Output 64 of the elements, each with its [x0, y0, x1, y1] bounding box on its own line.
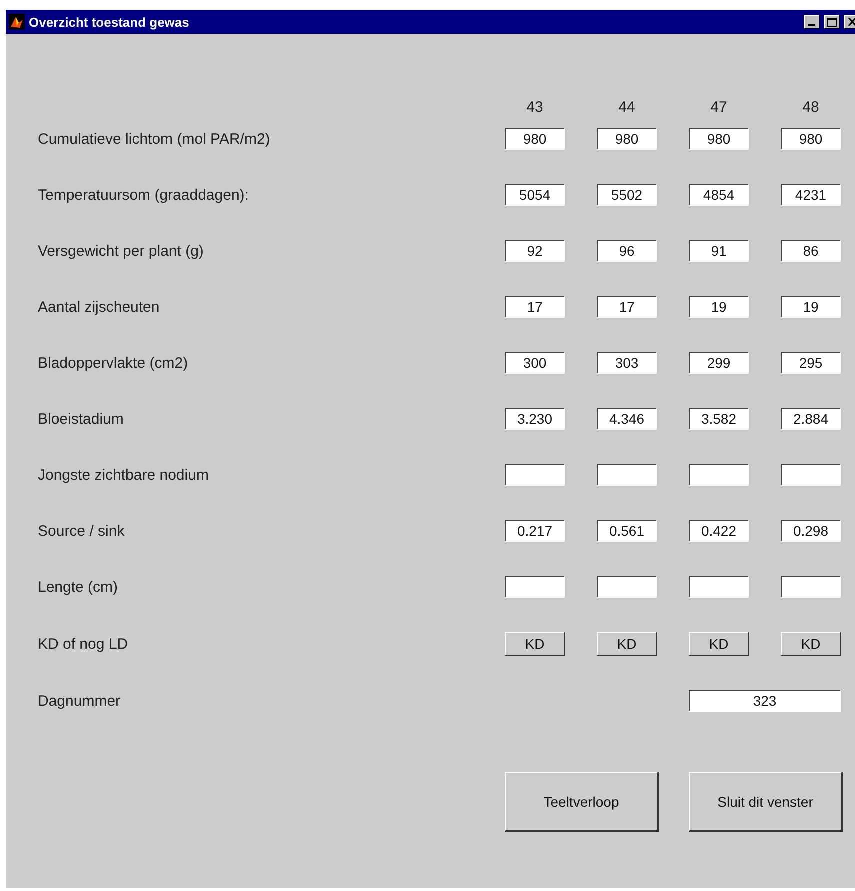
value-field[interactable]	[597, 576, 657, 598]
value-field[interactable]: 2.884	[781, 408, 841, 430]
value-field[interactable]: 299	[689, 352, 749, 374]
value-field[interactable]: 4.346	[597, 408, 657, 430]
value-field[interactable]: 5054	[505, 184, 565, 206]
column-header: 47	[710, 98, 728, 116]
minimize-button[interactable]	[804, 15, 820, 29]
row-label: Dagnummer	[38, 692, 122, 710]
row-label: Versgewicht per plant (g)	[38, 242, 205, 260]
row-label: Cumulatieve lichtom (mol PAR/m2)	[38, 130, 272, 148]
day-number-field[interactable]: 323	[689, 690, 841, 712]
column-header: 48	[802, 98, 820, 116]
value-field[interactable]: 5502	[597, 184, 657, 206]
value-field[interactable]: 980	[505, 128, 565, 150]
app-logo-icon	[9, 14, 25, 30]
value-field[interactable]: 0.217	[505, 520, 565, 542]
value-field[interactable]	[781, 464, 841, 486]
close-window-button[interactable]: Sluit dit venster	[689, 772, 843, 832]
maximize-button[interactable]	[824, 15, 840, 29]
row-label: Bloeistadium	[38, 410, 125, 428]
value-field[interactable]	[505, 464, 565, 486]
value-field[interactable]	[597, 464, 657, 486]
value-field[interactable]: 86	[781, 240, 841, 262]
value-field[interactable]	[689, 464, 749, 486]
value-field[interactable]	[505, 576, 565, 598]
value-field[interactable]: 96	[597, 240, 657, 262]
value-field[interactable]: 92	[505, 240, 565, 262]
value-field[interactable]: 303	[597, 352, 657, 374]
row-label: KD of nog LD	[38, 636, 130, 652]
toggle-button[interactable]: KD	[689, 632, 749, 656]
value-field[interactable]: 4854	[689, 184, 749, 206]
row-label: Jongste zichtbare nodium	[38, 466, 210, 484]
value-field[interactable]: 17	[505, 296, 565, 318]
toggle-button[interactable]: KD	[781, 632, 841, 656]
value-field[interactable]: 0.298	[781, 520, 841, 542]
value-field[interactable]: 4231	[781, 184, 841, 206]
row-label: Lengte (cm)	[38, 578, 120, 596]
value-field[interactable]	[781, 576, 841, 598]
value-field[interactable]: 3.230	[505, 408, 565, 430]
value-field[interactable]: 295	[781, 352, 841, 374]
row-label: Aantal zijscheuten	[38, 298, 161, 316]
column-header: 43	[526, 98, 544, 116]
row-label: Temperatuursom (graaddagen):	[38, 186, 250, 204]
toggle-button[interactable]: KD	[597, 632, 657, 656]
value-field[interactable]: 19	[689, 296, 749, 318]
column-header: 44	[618, 98, 636, 116]
value-field[interactable]: 300	[505, 352, 565, 374]
value-field[interactable]: 0.561	[597, 520, 657, 542]
row-label: Source / sink	[38, 522, 126, 540]
close-icon	[848, 18, 855, 26]
value-field[interactable]: 19	[781, 296, 841, 318]
toggle-button[interactable]: KD	[505, 632, 565, 656]
value-field[interactable]: 91	[689, 240, 749, 262]
maximize-icon	[827, 18, 837, 26]
row-label: Bladoppervlakte (cm2)	[38, 354, 190, 372]
value-field[interactable]: 980	[781, 128, 841, 150]
value-field[interactable]: 980	[689, 128, 749, 150]
value-field[interactable]: 0.422	[689, 520, 749, 542]
history-button[interactable]: Teeltverloop	[505, 772, 659, 832]
value-field[interactable]	[689, 576, 749, 598]
value-field[interactable]: 3.582	[689, 408, 749, 430]
window-title: Overzicht toestand gewas	[29, 14, 190, 30]
value-field[interactable]: 17	[597, 296, 657, 318]
value-field[interactable]: 980	[597, 128, 657, 150]
